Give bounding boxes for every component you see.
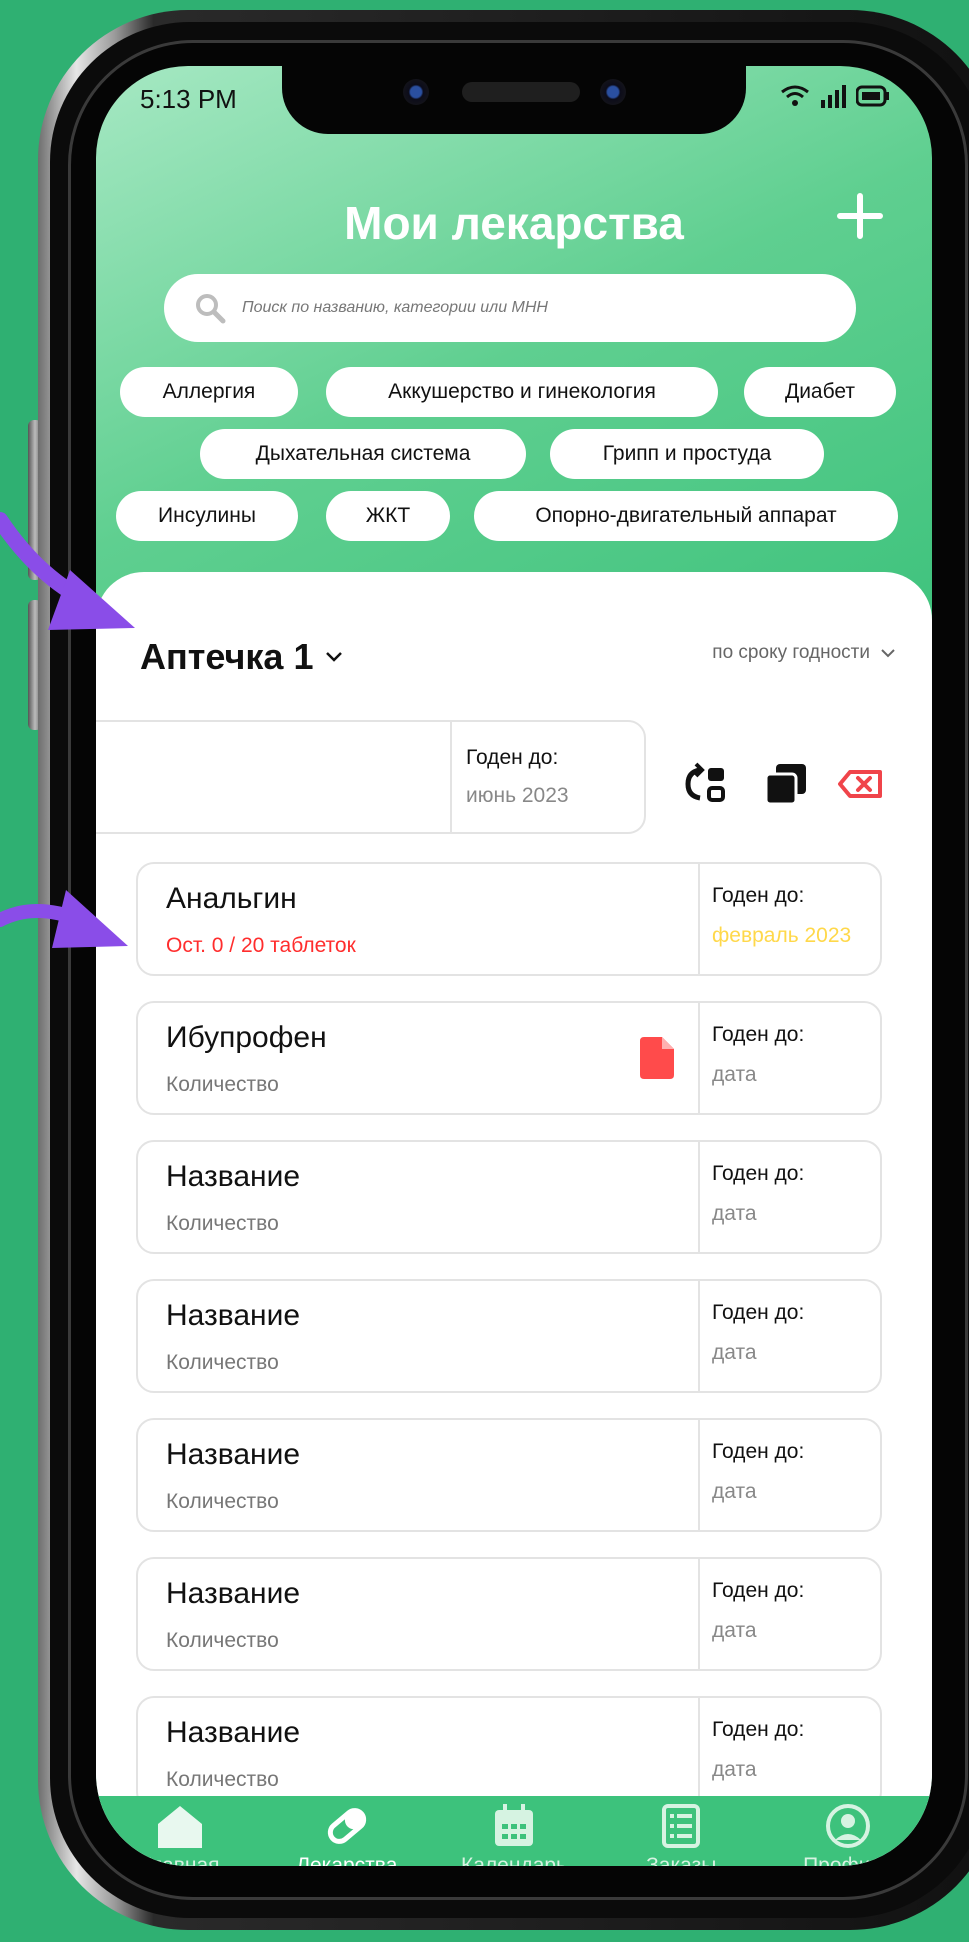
medicine-card[interactable]: Название Количество Годен до: дата [136,1279,882,1393]
medicine-name: Анальгин [166,882,297,915]
medicine-name: Название [166,1299,301,1332]
pills-icon [327,1808,366,1844]
sensor-icon [600,79,626,105]
copy-item-icon[interactable] [762,760,810,808]
expiry-section: Годен до: дата [698,1559,882,1669]
tab-label: Профиль [803,1854,894,1866]
search-icon [196,294,226,324]
medicine-quantity: Количество [166,1629,279,1652]
status-icons [780,84,890,108]
expiry-value: дата [712,1063,757,1086]
category-chip[interactable]: Грипп и простуда [550,429,824,479]
expiry-label: Годен до: [712,1023,805,1046]
category-chip[interactable]: Опорно-двигательный аппарат [474,491,898,541]
page-title: Мои лекарства [344,197,684,249]
expiry-section: Годен до: июнь 2023 [450,722,646,832]
tab-label: Главная [139,1854,220,1866]
expiry-value: февраль 2023 [712,924,852,947]
expiry-value: дата [712,1619,757,1642]
phone-screen: 5:13 PM Мои лекарства Поиск по названию,… [96,66,932,1866]
expiry-label: Годен до: [712,1301,805,1324]
expiry-label: Годен до: [712,1579,805,1602]
category-chip[interactable]: Аккушерство и гинекология [326,367,718,417]
expiry-section: Годен до: февраль 2023 [698,864,882,974]
medicine-card[interactable]: Название Количество Годен до: дата [136,1557,882,1671]
expiry-value: июнь 2023 [466,784,569,807]
medicine-quantity: Количество [166,1212,279,1235]
category-chip[interactable]: Диабет [744,367,896,417]
tab-label: Календарь [461,1854,567,1866]
swiped-medicine-card[interactable]: Годен до: июнь 2023 [96,720,646,834]
tab-calendar[interactable]: Календарь [430,1796,597,1866]
medicine-list-panel: Аптечка 1 по сроку годности Годен до: ию… [96,572,932,1866]
expiry-section: Годен до: дата [698,1281,882,1391]
medicine-name: Название [166,1716,301,1749]
search-placeholder: Поиск по названию, категории или МНН [242,299,548,316]
sort-label: по сроку годности [712,642,870,663]
battery-icon [856,85,889,107]
chevron-down-icon [881,649,895,658]
expiry-value: дата [712,1202,757,1225]
sort-selector[interactable]: по сроку годности [712,642,896,664]
signal-icon [821,85,846,108]
earpiece-speaker [462,82,580,102]
medicine-card[interactable]: Анальгин Ост. 0 / 20 таблеток Годен до: … [136,862,882,976]
medicine-card[interactable]: Название Количество Годен до: дата [136,1418,882,1532]
category-chip[interactable]: Аллергия [120,367,298,417]
profile-icon [826,1804,871,1848]
category-chip[interactable]: Дыхательная система [200,429,526,479]
home-icon [157,1806,202,1848]
expiry-label: Годен до: [712,1440,805,1463]
chevron-down-icon [326,652,343,662]
delete-item-icon[interactable] [836,760,884,808]
move-item-icon[interactable] [682,760,730,808]
expiry-section: Годен до: дата [698,1698,882,1808]
medicine-quantity: Количество [166,1490,279,1513]
tab-medicines[interactable]: Лекарства [263,1796,430,1866]
tab-home[interactable]: Главная [96,1796,263,1866]
annotation-arrow-icon [0,512,135,630]
front-camera-icon [403,79,429,105]
document-icon[interactable] [640,1037,674,1079]
calendar-icon [495,1804,533,1846]
expiry-value: дата [712,1480,757,1503]
medicine-name: Название [166,1438,301,1471]
medicine-quantity: Количество [166,1351,279,1374]
tab-profile[interactable]: Профиль [765,1796,932,1866]
expiry-section: Годен до: дата [698,1003,882,1113]
expiry-section: Годен до: дата [698,1142,882,1252]
annotation-arrow-icon [0,890,128,948]
medicine-quantity: Количество [166,1073,279,1096]
expiry-label: Годен до: [466,746,559,769]
expiry-label: Годен до: [712,1162,805,1185]
expiry-label: Годен до: [712,1718,805,1741]
notch [282,66,746,134]
tab-orders[interactable]: Заказы [598,1796,765,1866]
search-input[interactable]: Поиск по названию, категории или МНН [164,274,856,342]
medicine-name: Название [166,1160,301,1193]
expiry-value: дата [712,1341,757,1364]
tab-label: Лекарства [296,1854,398,1866]
medicine-quantity: Количество [166,1768,279,1791]
medicine-card[interactable]: Название Количество Годен до: дата [136,1696,882,1810]
medicine-name: Ибупрофен [166,1021,327,1054]
category-chip[interactable]: ЖКТ [326,491,450,541]
status-time: 5:13 PM [140,84,237,114]
bottom-tab-bar: Главная Лекарства Календарь Заказы Профи… [96,1796,932,1866]
orders-icon [662,1804,701,1848]
wifi-icon [781,85,809,106]
medicine-quantity: Ост. 0 / 20 таблеток [166,934,356,957]
expiry-section: Годен до: дата [698,1420,882,1530]
tab-label: Заказы [646,1854,717,1866]
kit-name: Аптечка 1 [140,636,314,677]
expiry-value: дата [712,1758,757,1781]
medicine-card[interactable]: Ибупрофен Количество Годен до: дата [136,1001,882,1115]
kit-selector[interactable]: Аптечка 1 [140,636,343,678]
expiry-label: Годен до: [712,884,805,907]
medicine-card[interactable]: Название Количество Годен до: дата [136,1140,882,1254]
medicine-name: Название [166,1577,301,1610]
add-medicine-button[interactable] [830,186,890,246]
